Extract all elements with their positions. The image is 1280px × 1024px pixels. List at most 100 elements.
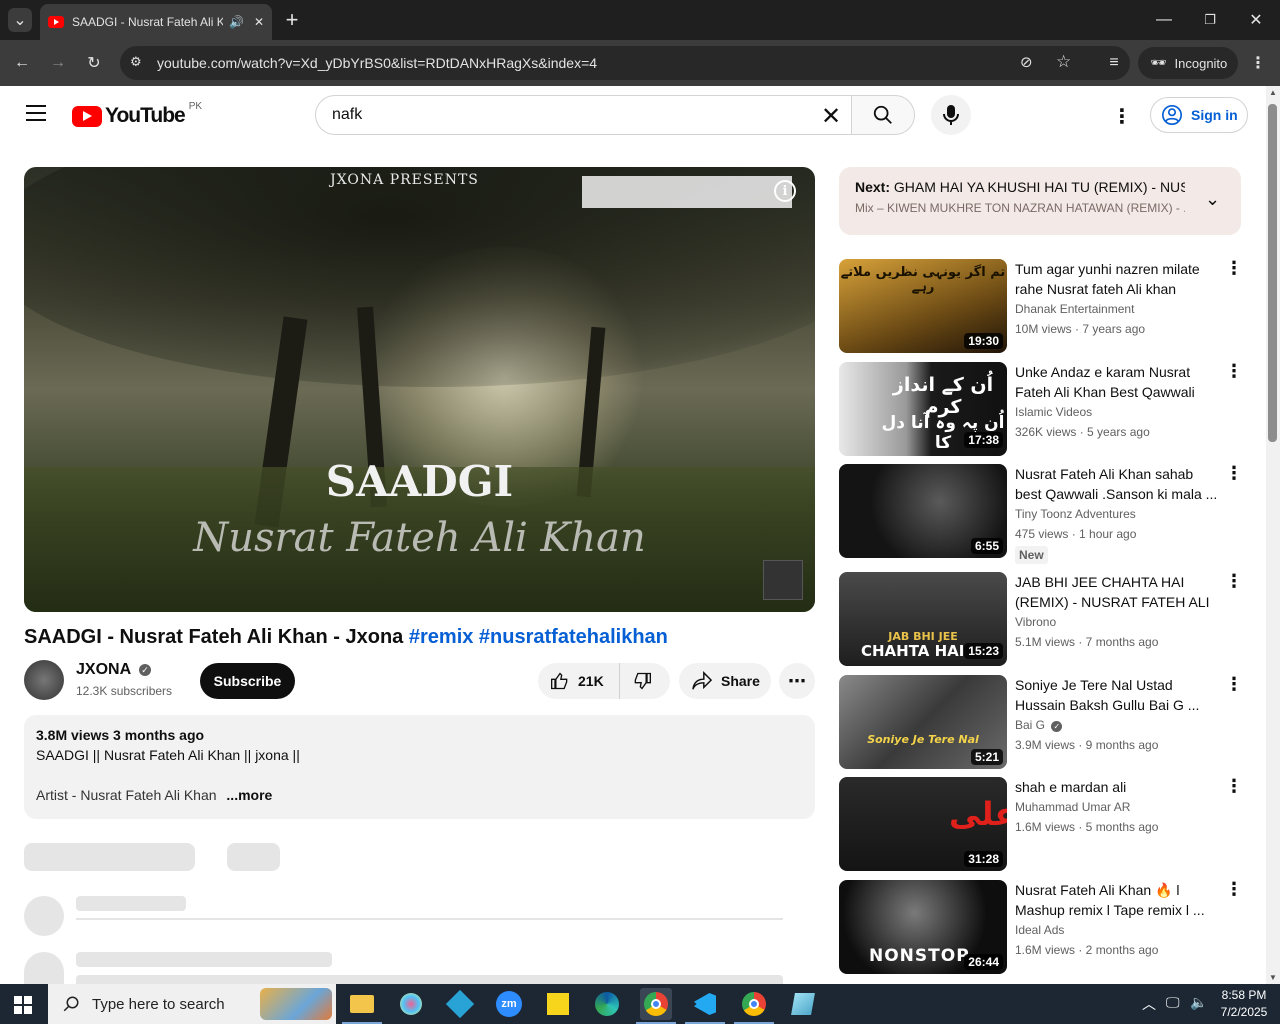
taskbar-search-box[interactable]: Type here to search [48, 984, 336, 1024]
app-cube-icon[interactable] [444, 988, 476, 1020]
description-box[interactable]: 3.8M views 3 months ago SAADGI || Nusrat… [24, 715, 815, 819]
video-title[interactable]: Nusrat Fateh Ali Khan 🔥 l Mashup remix l… [1015, 880, 1221, 920]
video-title[interactable]: shah e mardan ali [1015, 777, 1221, 797]
reading-list-icon[interactable]: ≡ [1102, 51, 1126, 75]
site-info-icon[interactable]: ⚙ [130, 54, 142, 70]
address-bar[interactable]: ⚙ youtube.com/watch?v=Xd_yDbYrBS0&list=R… [120, 46, 1130, 80]
search-input[interactable]: nafk ✕ [315, 95, 852, 135]
dislike-button[interactable] [620, 671, 652, 691]
tab-search-icon[interactable]: ⌄ [8, 8, 32, 32]
more-vertical-icon[interactable]: ⋮ [1225, 880, 1243, 898]
channel-name-row[interactable]: Bai G ✓ [1015, 718, 1063, 732]
youtube-logo[interactable]: YouTube PK [72, 101, 202, 128]
recommended-video[interactable]: علی 31:28 shah e mardan ali Muhammad Uma… [839, 777, 1243, 873]
more-vertical-icon[interactable]: ⋮ [1225, 572, 1243, 590]
up-next-label: Next: [855, 179, 891, 195]
more-vertical-icon[interactable]: ⋮ [1225, 259, 1243, 277]
show-hidden-icons-icon[interactable]: ︿ [1142, 994, 1156, 1014]
recommended-video[interactable]: اُن کے انداز کرم اُن پہ وہ آنا دل کا 17:… [839, 362, 1243, 458]
recommended-video[interactable]: NONSTOP 26:44 Nusrat Fateh Ali Khan 🔥 l … [839, 880, 1243, 976]
more-vertical-icon[interactable]: ⋮ [1225, 777, 1243, 795]
channel-name-row[interactable]: JXONA ✓ [76, 661, 151, 679]
video-thumbnail[interactable]: Soniye Je Tere Nal 5:21 [839, 675, 1007, 769]
scroll-up-icon[interactable]: ▲ [1269, 88, 1277, 97]
video-thumbnail[interactable]: JAB BHI JEE CHAHTA HAI 15:23 [839, 572, 1007, 666]
channel-name[interactable]: Tiny Toonz Adventures [1015, 507, 1136, 521]
info-icon[interactable]: i [774, 180, 796, 202]
info-card-bar[interactable] [582, 176, 792, 208]
video-thumbnail[interactable]: 6:55 [839, 464, 1007, 558]
settings-more-icon[interactable]: ⋮ [1112, 104, 1132, 129]
network-icon[interactable]: 🖵 [1166, 994, 1180, 1011]
like-button[interactable]: 21K [538, 663, 620, 699]
hamburger-menu-icon[interactable] [26, 105, 46, 121]
clock-time: 8:58 PM [1221, 988, 1267, 1002]
channel-name[interactable]: JXONA [76, 661, 131, 678]
chrome-browser-icon[interactable] [738, 988, 770, 1020]
vscode-icon[interactable] [689, 988, 721, 1020]
channel-name[interactable]: Vibrono [1015, 615, 1056, 629]
chevron-down-icon[interactable]: ⌄ [1205, 189, 1220, 210]
video-title[interactable]: JAB BHI JEE CHAHTA HAI (REMIX) - NUSRAT … [1015, 572, 1221, 612]
minimize-icon[interactable]: — [1152, 8, 1176, 32]
voice-search-button[interactable] [931, 95, 971, 135]
video-title[interactable]: Unke Andaz e karam Nusrat Fateh Ali Khan… [1015, 362, 1221, 402]
recommended-video[interactable]: JAB BHI JEE CHAHTA HAI 15:23 JAB BHI JEE… [839, 572, 1243, 668]
volume-icon[interactable]: 🔈 [1190, 994, 1207, 1011]
recommended-video[interactable]: Soniye Je Tere Nal 5:21 Soniye Je Tere N… [839, 675, 1243, 771]
reload-icon[interactable]: ↻ [82, 51, 106, 75]
more-vertical-icon[interactable]: ⋮ [1225, 464, 1243, 482]
browser-tab[interactable]: SAADGI - Nusrat Fateh Ali Kl 🔊 ✕ [40, 4, 272, 40]
sign-in-button[interactable]: Sign in [1150, 97, 1248, 133]
paint-app-icon[interactable] [395, 988, 427, 1020]
forward-icon[interactable]: → [46, 51, 70, 75]
up-next-panel[interactable]: Next: GHAM HAI YA KHUSHI HAI TU (REMIX) … [839, 167, 1241, 235]
zoom-app-icon[interactable]: zm [493, 988, 525, 1020]
edge-browser-icon[interactable] [591, 988, 623, 1020]
recommended-video[interactable]: 6:55 Nusrat Fateh Ali Khan sahab best Qa… [839, 464, 1243, 564]
video-thumbnail[interactable]: اُن کے انداز کرم اُن پہ وہ آنا دل کا 17:… [839, 362, 1007, 456]
channel-name[interactable]: Bai G [1015, 718, 1045, 732]
scrollbar-thumb[interactable] [1268, 104, 1277, 442]
more-vertical-icon[interactable]: ⋮ [1225, 362, 1243, 380]
channel-avatar[interactable] [24, 660, 64, 700]
video-thumbnail[interactable]: NONSTOP 26:44 [839, 880, 1007, 974]
channel-name[interactable]: Muhammad Umar AR [1015, 800, 1130, 814]
speaker-icon[interactable]: 🔊 [229, 15, 244, 29]
window-close-icon[interactable]: ✕ [1244, 8, 1268, 32]
bookmark-star-icon[interactable]: ☆ [1056, 52, 1071, 72]
channel-watermark[interactable] [763, 560, 803, 600]
recommended-video[interactable]: تم اگر یونہی نظریں ملاتے رہے 19:30 Tum a… [839, 259, 1243, 355]
system-clock[interactable]: 8:58 PM 7/2/2025 [1216, 987, 1272, 1021]
channel-name[interactable]: Ideal Ads [1015, 923, 1064, 937]
video-title[interactable]: Nusrat Fateh Ali Khan sahab best Qawwali… [1015, 464, 1221, 504]
show-more-link[interactable]: ...more [226, 787, 272, 803]
windows-start-icon[interactable] [14, 996, 32, 1014]
channel-name[interactable]: Dhanak Entertainment [1015, 302, 1134, 316]
notepad-icon[interactable] [787, 988, 819, 1020]
share-button[interactable]: Share [679, 663, 771, 699]
scroll-down-icon[interactable]: ▼ [1269, 973, 1277, 982]
clear-search-icon[interactable]: ✕ [821, 102, 847, 131]
channel-name[interactable]: Islamic Videos [1015, 405, 1092, 419]
file-explorer-icon[interactable] [346, 988, 378, 1020]
eye-off-icon[interactable]: ⊘ [1020, 53, 1033, 71]
chrome-menu-icon[interactable]: ⋮ [1246, 51, 1270, 75]
more-actions-button[interactable]: ⋯ [779, 663, 815, 699]
video-title[interactable]: Tum agar yunhi nazren milate rahe Nusrat… [1015, 259, 1221, 299]
tab-close-icon[interactable]: ✕ [254, 15, 264, 29]
search-button[interactable] [851, 95, 915, 135]
video-thumbnail[interactable]: علی 31:28 [839, 777, 1007, 871]
video-player[interactable]: JXONA PRESENTS SAADGI Nusrat Fateh Ali K… [24, 167, 815, 612]
incognito-indicator[interactable]: 🕶 Incognito [1138, 47, 1238, 79]
back-icon[interactable]: ← [10, 51, 34, 75]
video-title[interactable]: Soniye Je Tere Nal Ustad Hussain Baksh G… [1015, 675, 1221, 715]
more-vertical-icon[interactable]: ⋮ [1225, 675, 1243, 693]
new-tab-icon[interactable]: + [280, 7, 304, 32]
subscribe-button[interactable]: Subscribe [200, 663, 295, 699]
video-hashtags[interactable]: #remix #nusratfatehalikhan [409, 626, 668, 648]
chrome-browser-icon[interactable] [640, 988, 672, 1020]
maximize-icon[interactable]: ❐ [1198, 8, 1222, 32]
video-thumbnail[interactable]: تم اگر یونہی نظریں ملاتے رہے 19:30 [839, 259, 1007, 353]
sticky-notes-icon[interactable] [542, 988, 574, 1020]
